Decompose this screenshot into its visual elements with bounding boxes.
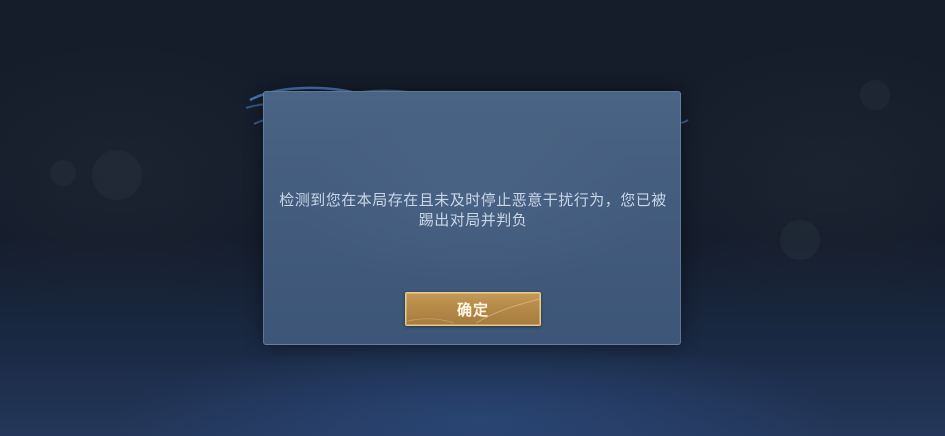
blurred-hud-shape — [92, 150, 142, 200]
kick-message: 检测到您在本局存在且未及时停止恶意干扰行为，您已被踢出对局并判负 — [279, 191, 667, 229]
blurred-hud-shape — [780, 220, 820, 260]
confirm-button-label: 确定 — [456, 300, 489, 319]
confirm-button[interactable]: 确定 — [405, 292, 541, 326]
kick-notice-dialog: 检测到您在本局存在且未及时停止恶意干扰行为，您已被踢出对局并判负 确定 — [263, 91, 681, 345]
blurred-hud-shape — [50, 160, 76, 186]
blurred-hud-shape — [860, 80, 890, 110]
